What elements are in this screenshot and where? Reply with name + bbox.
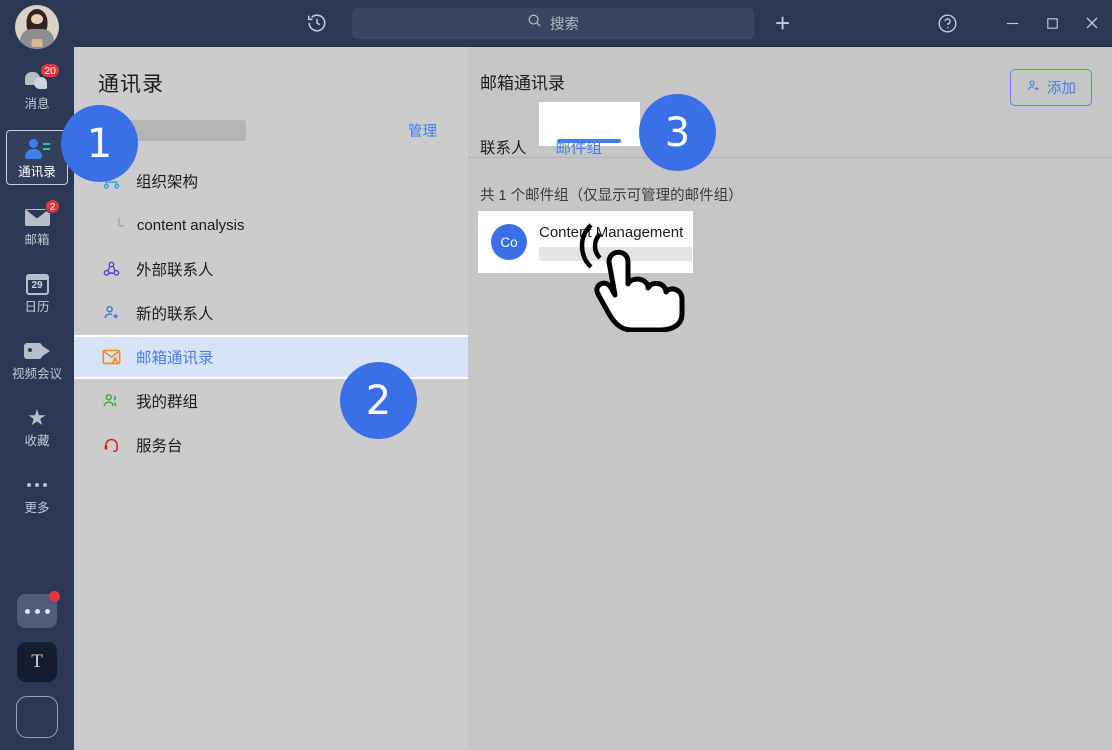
video-camera-icon: [23, 338, 51, 364]
rail-item-label: 更多: [24, 501, 50, 515]
sidebar-item-label: 邮箱通讯录: [136, 350, 214, 367]
click-cursor-icon: [562, 222, 692, 337]
sidebar-item-mail-contacts[interactable]: 邮箱通讯录: [74, 335, 468, 379]
mailbox-badge: 2: [45, 199, 60, 214]
notification-dot: [49, 591, 60, 602]
sidebar-item-service-desk[interactable]: 服务台: [74, 423, 468, 467]
rail-item-label: 收藏: [24, 434, 50, 448]
sidebar-item-external-contacts[interactable]: 外部联系人: [74, 247, 468, 291]
chat-bubbles-icon: 20: [23, 63, 60, 94]
search-placeholder: 搜索: [550, 16, 579, 33]
add-contact-icon: [98, 304, 124, 322]
user-avatar-image: [15, 5, 59, 49]
ellipsis-icon: [23, 472, 51, 498]
rail-item-favorites[interactable]: ★ 收藏: [6, 400, 68, 453]
add-button-label: 添加: [1047, 81, 1076, 97]
add-button[interactable]: 添加: [1010, 69, 1092, 106]
messages-badge: 20: [40, 63, 60, 78]
manage-link[interactable]: 管理: [408, 120, 437, 141]
mail-contacts-icon: [98, 348, 124, 366]
rail-item-label: 视频会议: [11, 367, 62, 381]
tab-mail-groups[interactable]: 邮件组: [556, 136, 603, 167]
translate-app-icon[interactable]: T: [17, 642, 57, 682]
sidebar-item-org-structure[interactable]: 组织架构: [74, 159, 468, 203]
rail-item-label: 邮箱: [24, 233, 50, 247]
main-header: 邮箱通讯录 添加: [468, 47, 1112, 106]
envelope-icon: 2: [23, 199, 60, 230]
history-clock-icon[interactable]: [306, 12, 328, 34]
rail-item-label: 消息: [24, 97, 50, 111]
app-window: 20 消息 通讯录 2 邮箱 29 日历 视频会议 ★ 收藏 更多 T 搜索 +…: [0, 0, 1112, 750]
sidebar-subitem-label: content analysis: [136, 216, 245, 234]
rail-item-label: 通讯录: [18, 165, 56, 179]
group-count-text: 共 1 个邮件组（仅显示可管理的邮件组）: [480, 188, 743, 204]
my-groups-icon: [98, 392, 124, 410]
sidebar-item-new-contacts[interactable]: 新的联系人: [74, 291, 468, 335]
tab-bar: 联系人 邮件组: [468, 102, 1112, 167]
rail-item-calendar[interactable]: 29 日历: [6, 266, 68, 319]
tree-branch-icon: └: [114, 217, 124, 233]
main-title: 邮箱通讯录: [480, 74, 565, 93]
avatar: Co: [491, 224, 527, 260]
sidebar-item-label: 外部联系人: [136, 262, 214, 279]
contacts-icon: [23, 136, 51, 162]
step-badge-2: 2: [340, 362, 417, 439]
ellipsis-box-icon[interactable]: [17, 591, 60, 628]
sidebar-item-label: 组织架构: [136, 174, 199, 191]
avatar[interactable]: [15, 5, 59, 49]
rail-item-label: 日历: [24, 300, 50, 314]
sidebar-item-label: 新的联系人: [136, 306, 214, 323]
headset-icon: [98, 436, 124, 454]
sidebar-item-label: 我的群组: [136, 394, 199, 411]
step-badge-1: 1: [61, 105, 138, 182]
add-person-icon: [1026, 79, 1041, 97]
calendar-day: 29: [31, 279, 43, 291]
external-contacts-icon: [98, 260, 124, 278]
step-badge-3: 3: [639, 94, 716, 171]
window-controls: [927, 0, 1112, 47]
calendar-icon: 29: [23, 271, 51, 297]
rail-item-video-meeting[interactable]: 视频会议: [6, 333, 68, 386]
rail-item-contacts[interactable]: 通讯录: [6, 130, 68, 185]
tab-contacts[interactable]: 联系人: [480, 136, 527, 167]
question-circle-icon[interactable]: [927, 0, 967, 47]
sidebar-subitem-content-analysis[interactable]: └ content analysis: [74, 203, 468, 247]
left-rail: 20 消息 通讯录 2 邮箱 29 日历 视频会议 ★ 收藏 更多 T: [0, 0, 74, 750]
main-content: 邮箱通讯录 添加 联系人 邮件组 共 1 个邮件组（仅显示可管理的邮件组） Co…: [468, 47, 1112, 750]
star-icon: ★: [27, 405, 47, 430]
rail-item-more[interactable]: 更多: [6, 467, 68, 520]
rounded-square-icon[interactable]: [16, 696, 58, 738]
maximize-icon[interactable]: [1032, 0, 1072, 47]
close-icon[interactable]: [1072, 0, 1112, 47]
minimize-icon[interactable]: [992, 0, 1032, 47]
rail-item-messages[interactable]: 20 消息: [6, 63, 68, 116]
page-title: 通讯录: [98, 73, 164, 96]
search-icon: [527, 13, 542, 33]
sidebar-item-label: 服务台: [136, 438, 183, 455]
search-input[interactable]: 搜索: [352, 7, 754, 39]
title-bar: 搜索 +: [74, 0, 1112, 47]
rail-item-mailbox[interactable]: 2 邮箱: [6, 199, 68, 252]
rail-bottom-group: T: [0, 591, 74, 738]
plus-icon[interactable]: +: [775, 10, 790, 36]
